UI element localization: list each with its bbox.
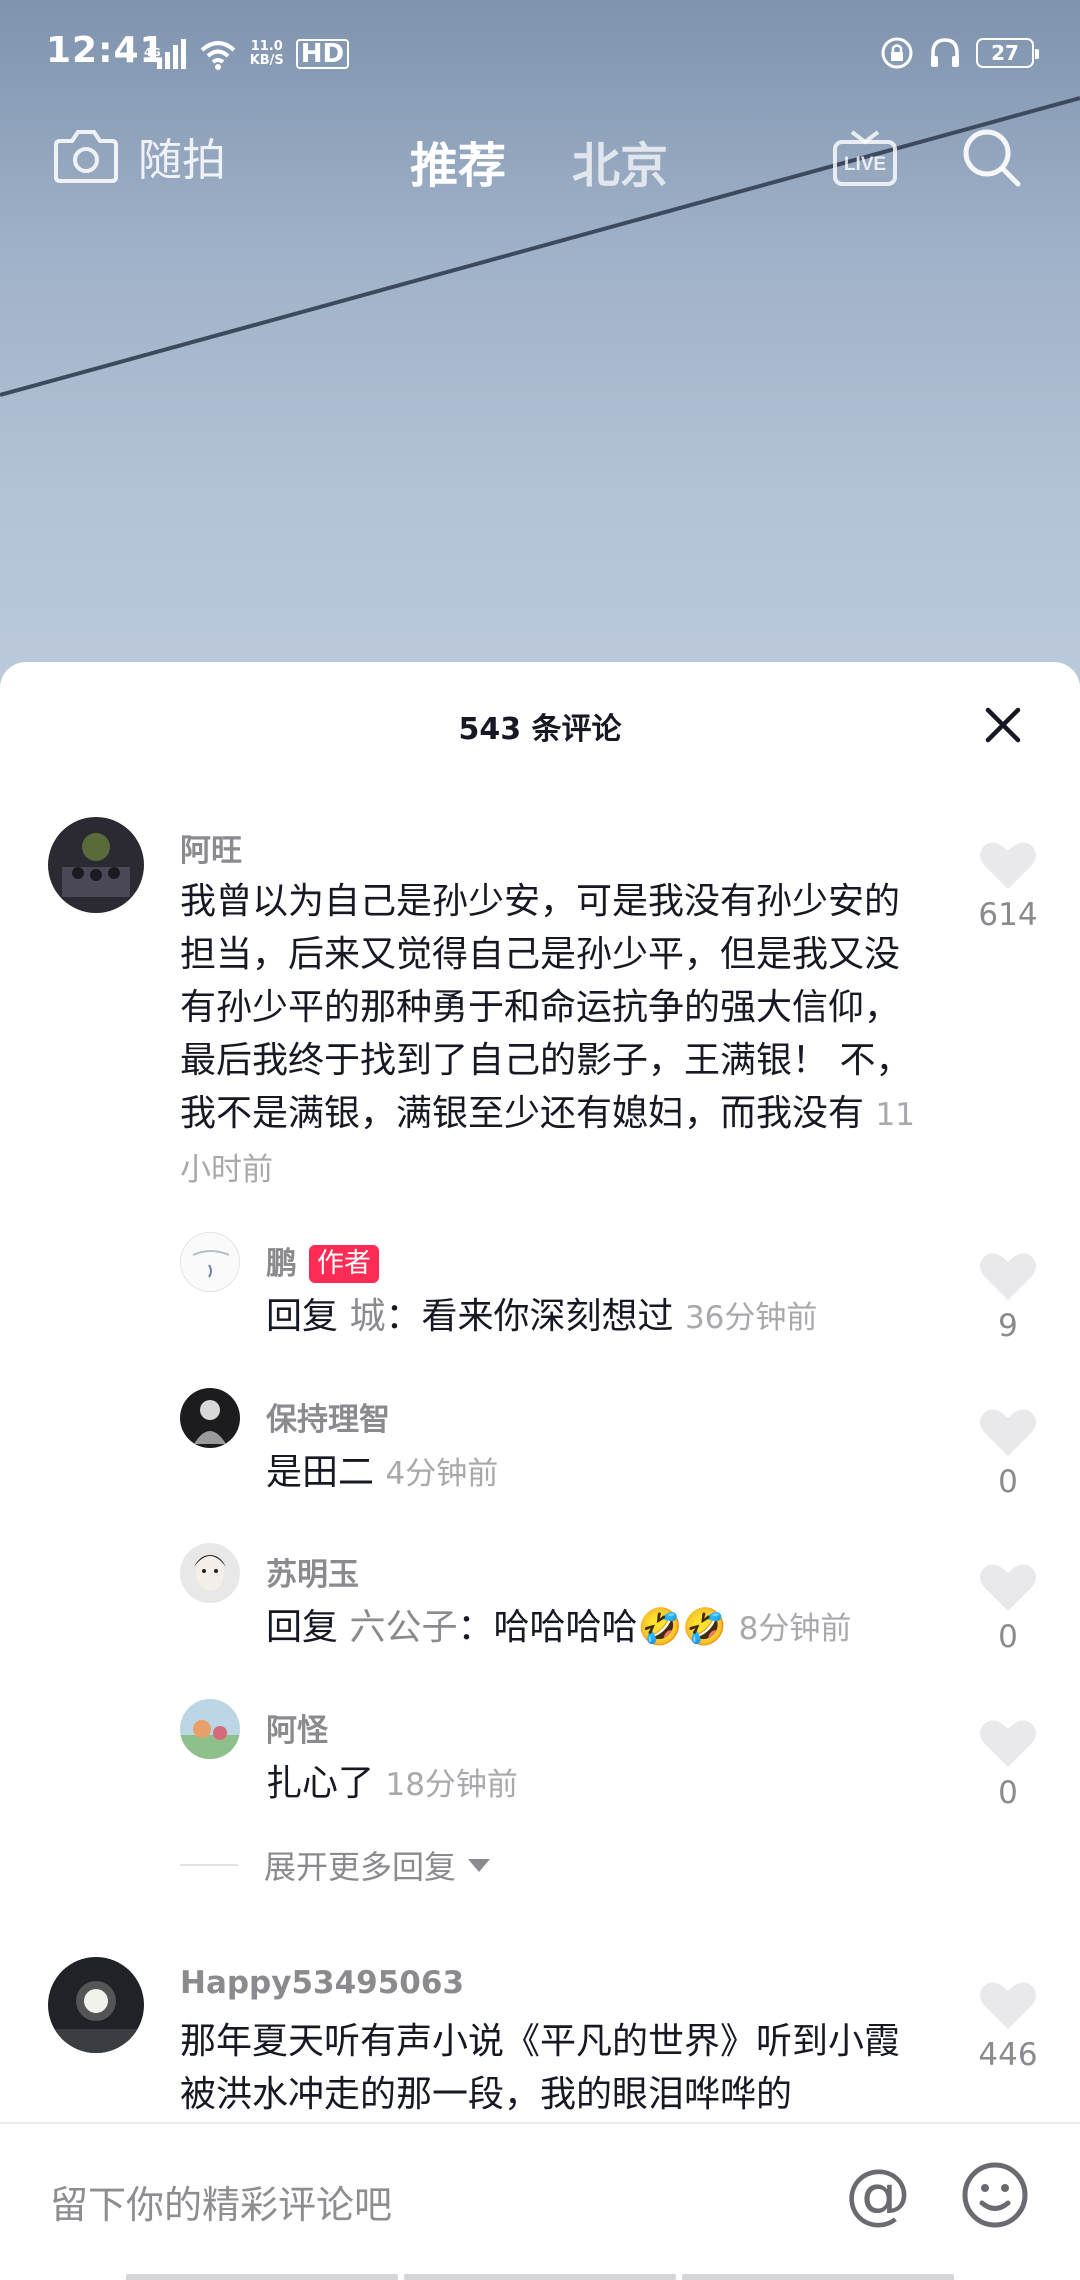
headphones-icon [931, 38, 959, 67]
avatar[interactable] [48, 1957, 144, 2053]
heart-icon [980, 1564, 1036, 1611]
avatar[interactable] [180, 1699, 240, 1759]
avatar[interactable] [48, 817, 144, 913]
like-button[interactable]: 446 [968, 1979, 1048, 2073]
comment-text: 那年夏天听有声小说《平凡的世界》听到小霞被洪水冲走的那一段，我的眼泪哗哗的 [180, 2021, 901, 2115]
comments-sheet: 543 条评论 阿旺 我曾以为自己是孙少安，可是我没有孙少安的担当，后来又觉得自… [0, 662, 1080, 2280]
like-count: 9 [998, 1308, 1018, 1344]
comment-input-bar: 留下你的精彩评论吧 @ [0, 2122, 1080, 2280]
like-count: 0 [998, 1619, 1018, 1655]
lock-rotation-icon [881, 37, 913, 69]
comment-username[interactable]: Happy53495063 [180, 1965, 464, 2001]
avatar[interactable] [180, 1543, 240, 1603]
comment-input[interactable]: 留下你的精彩评论吧 [50, 2174, 392, 2229]
wifi-icon [200, 41, 236, 70]
svg-text:LIVE: LIVE [844, 154, 886, 175]
comment-text: 我曾以为自己是孙少安，可是我没有孙少安的担当，后来又觉得自己是孙少平，但是我又没… [180, 881, 915, 1188]
heart-icon [980, 1982, 1036, 2029]
reply-time: 4分钟前 [385, 1456, 499, 1492]
camera-button[interactable]: 随拍 [52, 124, 226, 188]
like-count: 614 [978, 897, 1038, 933]
hd-icon: HD [295, 39, 350, 69]
reply-username[interactable]: 保持理智 [266, 1394, 390, 1439]
status-right-icons: 27 [880, 36, 1039, 70]
emoji-icon[interactable] [960, 2160, 1030, 2230]
top-nav: 随拍 推荐 北京 LIVE [0, 110, 1080, 210]
svg-text:@: @ [845, 2160, 911, 2232]
expand-replies-label: 展开更多回复 [264, 1848, 457, 1886]
reply-time: 36分钟前 [684, 1300, 818, 1336]
at-mention-icon[interactable]: @ [842, 2160, 914, 2232]
like-button[interactable]: 0 [968, 1717, 1048, 1811]
heart-icon [980, 1409, 1036, 1456]
divider [180, 1864, 238, 1866]
battery-icon: 27 [976, 38, 1039, 68]
expand-replies-button[interactable]: 展开更多回复 [180, 1842, 491, 1888]
heart-icon [980, 1253, 1036, 1300]
reply-text: 回复 六公子：哈哈哈哈🤣🤣 8分钟前 [266, 1607, 852, 1648]
author-badge: 作者 [309, 1245, 379, 1283]
avatar[interactable] [180, 1232, 240, 1292]
reply-time: 18分钟前 [385, 1767, 518, 1803]
like-count: 446 [978, 2037, 1038, 2073]
heart-icon [980, 1720, 1036, 1767]
reply-username[interactable]: 阿怪 [266, 1705, 328, 1750]
live-icon[interactable]: LIVE [832, 126, 898, 190]
signal-icon: 4G [144, 39, 186, 69]
camera-label: 随拍 [138, 135, 226, 186]
camera-icon [54, 130, 118, 183]
like-button[interactable]: 9 [968, 1250, 1048, 1344]
close-icon[interactable] [980, 702, 1026, 748]
tab-recommend[interactable]: 推荐 [410, 126, 506, 196]
network-type: 4G [144, 46, 161, 59]
caret-down-icon [468, 1858, 491, 1872]
reply-to-user[interactable]: 六公子 [349, 1607, 457, 1648]
network-speed: 11.0 KB/S [249, 39, 284, 68]
reply-text: 回复 城：看来你深刻想过 36分钟前 [266, 1296, 818, 1337]
like-button[interactable]: 0 [968, 1406, 1048, 1500]
avatar[interactable] [180, 1388, 240, 1448]
search-icon[interactable] [960, 126, 1024, 190]
reply-time: 8分钟前 [738, 1611, 852, 1647]
like-count: 0 [998, 1464, 1018, 1500]
reply-username[interactable]: 苏明玉 [266, 1549, 359, 1594]
tab-city[interactable]: 北京 [572, 126, 668, 196]
comment-username[interactable]: 阿旺 [180, 825, 242, 870]
reply-text: 扎心了 18分钟前 [266, 1763, 518, 1804]
gesture-bar [126, 2274, 954, 2280]
reply-text: 是田二 4分钟前 [266, 1452, 499, 1493]
status-left-icons: 4G 11.0 KB/S HD [144, 34, 350, 74]
like-button[interactable]: 0 [968, 1561, 1048, 1655]
sheet-header: 543 条评论 [0, 662, 1080, 782]
heart-icon [980, 842, 1036, 889]
like-count: 0 [998, 1775, 1018, 1811]
reply-to-user[interactable]: 城 [349, 1296, 385, 1337]
comment-count-title: 543 条评论 [458, 712, 622, 747]
reply-username[interactable]: 鹏作者 [266, 1238, 379, 1283]
status-bar: 12:41 4G 11.0 KB/S HD 27 [0, 0, 1080, 110]
like-button[interactable]: 614 [968, 839, 1048, 933]
